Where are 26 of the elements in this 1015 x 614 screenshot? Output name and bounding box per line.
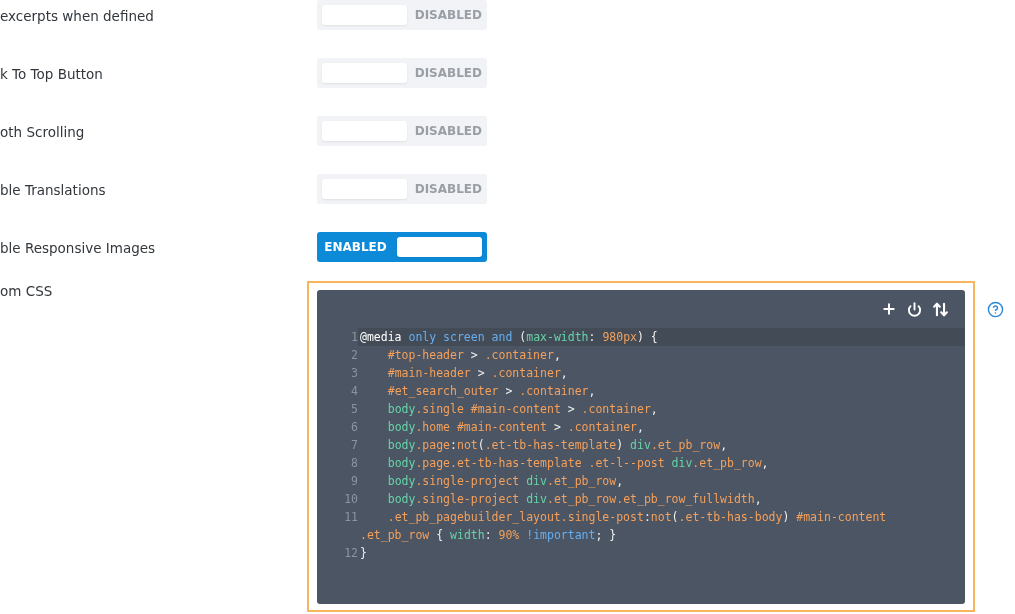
code-text: body.home #main-content > .container, xyxy=(386,419,645,436)
code-text: body.page.et-tb-has-template .et-l--post div.et_pb_row, xyxy=(386,455,770,472)
up-down-arrows-icon[interactable] xyxy=(932,300,949,318)
setting-label: om CSS xyxy=(0,282,53,299)
code-text: body.single-project div.et_pb_row.et_pb_row_fullwidth, xyxy=(386,491,763,508)
code-text: #et_search_outer > .container, xyxy=(386,383,597,400)
toggle-switch[interactable]: ENABLED xyxy=(317,232,487,262)
power-icon[interactable] xyxy=(907,301,922,317)
code-text: body.single #main-content > .container, xyxy=(386,401,659,418)
toggle-switch[interactable]: DISABLED xyxy=(317,58,487,88)
code-text: .et_pb_pagebuilder_layout.single-post:not(.et-tb-has-body) #main-content .et_pb_row { width: 90% !important; } xyxy=(359,509,888,544)
code-text: } xyxy=(359,545,368,562)
code-text: #top-header > .container, xyxy=(386,347,562,364)
setting-label: excerpts when defined xyxy=(0,7,155,24)
toggle-switch[interactable]: DISABLED xyxy=(317,116,487,146)
code-text: body.page:not(.et-tb-has-template) div.et_pb_row, xyxy=(386,437,729,454)
toggle-switch[interactable]: DISABLED xyxy=(317,174,487,204)
code-text: body.single-project div.et_pb_row, xyxy=(386,473,625,490)
plus-icon[interactable] xyxy=(881,301,897,317)
setting-label: k To Top Button xyxy=(0,65,104,82)
code-text: @media only screen and (max-width: 980px) { xyxy=(358,328,965,346)
toggle-switch[interactable]: DISABLED xyxy=(317,0,487,30)
setting-label: oth Scrolling xyxy=(0,123,86,140)
setting-label: ble Translations xyxy=(0,181,107,198)
setting-label: ble Responsive Images xyxy=(0,239,157,256)
code-text: #main-header > .container, xyxy=(386,365,569,382)
